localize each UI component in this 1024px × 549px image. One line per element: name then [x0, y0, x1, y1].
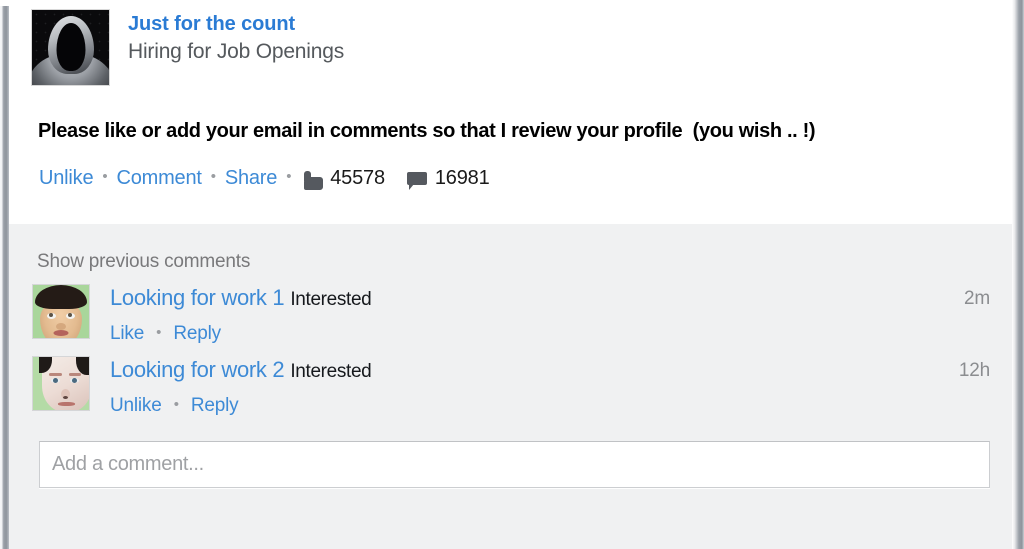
- thumbs-up-palm: [307, 177, 324, 190]
- separator-dot: •: [156, 324, 162, 341]
- comment-reply-button[interactable]: Reply: [173, 323, 221, 344]
- comments-section: Show previous comments Looking for work …: [9, 224, 1012, 549]
- comment-item: Looking for work 1 Interested Like • Repl…: [9, 273, 1012, 345]
- avatar-pupil-left: [49, 313, 53, 317]
- comment-composer: [9, 417, 1012, 488]
- pale-face-avatar[interactable]: [32, 356, 90, 411]
- comment-headline: Looking for work 2 Interested: [110, 356, 944, 387]
- content-area: Just for the count Hiring for Job Openin…: [9, 0, 1012, 549]
- thumbs-up-icon: [304, 171, 324, 190]
- comment-button[interactable]: Comment: [116, 167, 201, 190]
- separator-dot: •: [286, 168, 292, 185]
- comment-headline: Looking for work 1 Interested: [110, 284, 944, 315]
- page-name-link[interactable]: Just for the count: [128, 12, 344, 37]
- commenter-name-link[interactable]: Looking for work 1: [110, 285, 285, 310]
- avatar-face-shadow: [56, 23, 85, 71]
- comment-timestamp: 2m: [964, 288, 990, 309]
- avatar-pupil-right: [68, 313, 72, 317]
- comment-like-button[interactable]: Like: [110, 323, 144, 344]
- commenter-name-link[interactable]: Looking for work 2: [110, 357, 285, 382]
- avatar-brow-left: [49, 373, 62, 376]
- comment-text: Interested: [290, 289, 372, 310]
- avatar-mouth: [58, 402, 75, 406]
- post-body-text: Please like or add your email in comment…: [38, 120, 816, 142]
- comment-reply-button[interactable]: Reply: [191, 395, 239, 416]
- avatar-brow-right: [69, 373, 81, 376]
- hooded-figure-avatar[interactable]: [31, 9, 110, 86]
- comment-timestamp: 12h: [958, 360, 990, 381]
- separator-dot: •: [102, 168, 108, 185]
- separator-dot: •: [210, 168, 216, 185]
- post-card: Just for the count Hiring for Job Openin…: [9, 0, 1012, 224]
- avatar-pupil-left: [53, 378, 58, 383]
- share-button[interactable]: Share: [225, 167, 278, 190]
- comment-unlike-button[interactable]: Unlike: [110, 395, 162, 416]
- comment-text: Interested: [290, 361, 372, 382]
- window-right-edge: [1012, 0, 1024, 549]
- speech-bubble-tail: [408, 184, 414, 190]
- face-looking-up-avatar[interactable]: [32, 284, 90, 339]
- like-count: 45578: [330, 167, 385, 189]
- comment-item: Looking for work 2 Interested Unlike • Re…: [9, 345, 1012, 417]
- avatar-hair: [35, 285, 87, 309]
- unlike-button[interactable]: Unlike: [39, 167, 94, 190]
- post-author-meta: Just for the count Hiring for Job Openin…: [128, 9, 344, 66]
- show-previous-comments-link[interactable]: Show previous comments: [9, 224, 250, 273]
- comment-content: Looking for work 1 Interested Like • Repl…: [110, 284, 944, 345]
- page-subtitle: Hiring for Job Openings: [128, 40, 345, 63]
- speech-bubble-icon: [406, 171, 427, 190]
- post-action-bar: Unlike • Comment • Share • 45578 16981: [9, 143, 1012, 190]
- comment-count: 16981: [434, 167, 490, 189]
- avatar-mouth: [53, 330, 69, 336]
- avatar-nose: [56, 323, 66, 330]
- comment-action-bar: Like • Reply: [110, 315, 944, 345]
- facebook-post-screen: Just for the count Hiring for Job Openin…: [0, 0, 1024, 549]
- avatar-pupil-right: [72, 378, 77, 383]
- comment-content: Looking for work 2 Interested Unlike • Re…: [110, 356, 944, 417]
- comment-action-bar: Unlike • Reply: [110, 387, 944, 417]
- separator-dot: •: [173, 396, 179, 413]
- add-comment-input[interactable]: [39, 441, 990, 488]
- avatar-nostril: [63, 396, 68, 399]
- post-header: Just for the count Hiring for Job Openin…: [9, 0, 1012, 86]
- window-left-edge: [0, 6, 9, 549]
